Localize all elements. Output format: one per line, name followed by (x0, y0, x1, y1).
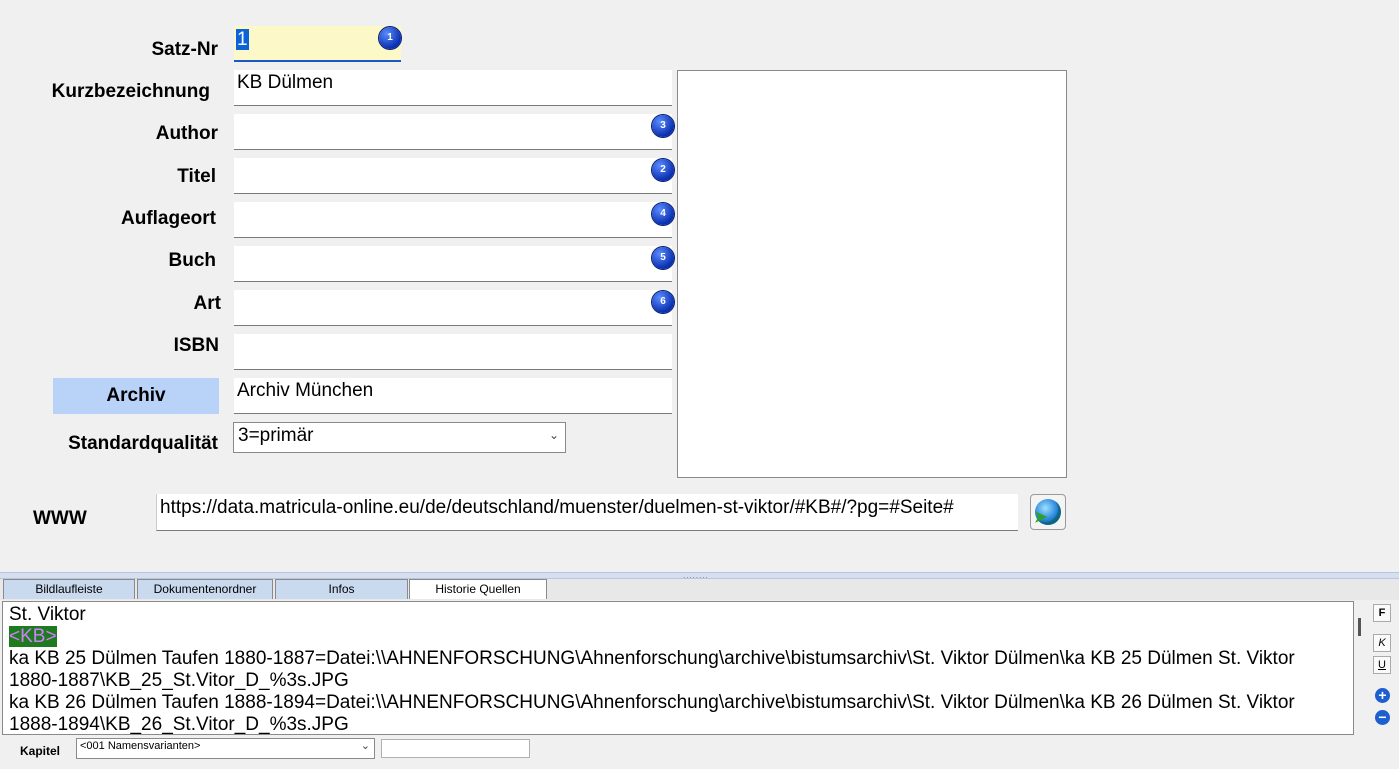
note-line: ka KB 25 Dülmen Taufen 1880-1887=Datei:\… (9, 648, 1295, 669)
note-line: 1880-1887\KB_25_St.Vitor_D_%3s.JPG (9, 670, 349, 691)
field-badge-2: 2 (652, 159, 674, 181)
label-auflageort: Auflageort (121, 208, 216, 229)
author-field[interactable] (234, 114, 672, 150)
zoom-out-icon[interactable]: − (1375, 710, 1390, 725)
tab-dokumentenordner[interactable]: Dokumentenordner (137, 579, 273, 599)
italic-button[interactable]: K (1373, 634, 1391, 652)
standardqualitaet-select[interactable]: 3=primär ⌄ (233, 422, 566, 453)
standardqualitaet-value: 3=primär (238, 425, 314, 446)
label-standardqualitaet: Standardqualität (68, 433, 218, 454)
tab-historie-quellen[interactable]: Historie Quellen (409, 579, 547, 599)
field-badge-1: 1 (379, 27, 401, 49)
kurzbezeichnung-field[interactable]: KB Dülmen (234, 70, 672, 106)
note-line: ka KB 26 Dülmen Taufen 1888-1894=Datei:\… (9, 692, 1295, 713)
zoom-in-icon[interactable]: + (1375, 688, 1390, 703)
titel-field[interactable] (234, 158, 672, 194)
archiv-field[interactable]: Archiv München (234, 378, 672, 414)
label-www: WWW (33, 508, 87, 529)
historie-quellen-text[interactable]: St. Viktor <KB> ka KB 25 Dülmen Taufen 1… (2, 601, 1354, 735)
www-field[interactable]: https://data.matricula-online.eu/de/deut… (156, 494, 1018, 531)
underline-button[interactable]: U (1373, 656, 1391, 674)
note-line: St. Viktor (9, 604, 86, 625)
kapitel-extra-field[interactable] (381, 739, 530, 758)
art-field[interactable] (234, 290, 672, 326)
kapitel-bar: Kapitel <001 Namensvarianten> ⌄ (0, 737, 1399, 769)
isbn-field[interactable] (234, 334, 672, 370)
tab-bildlaufleiste[interactable]: Bildlaufleiste (3, 579, 135, 599)
archiv-button[interactable]: Archiv (53, 378, 219, 414)
note-line: <KB> (9, 626, 1347, 648)
tab-infos[interactable]: Infos (275, 579, 408, 599)
field-badge-3: 3 (652, 115, 674, 137)
kb-tag: <KB> (9, 626, 57, 647)
label-kurzbezeichnung: Kurzbezeichnung (51, 81, 210, 102)
chevron-down-icon: ⌄ (360, 740, 370, 752)
field-badge-5: 5 (652, 247, 674, 269)
satz-nr-field[interactable]: 1 (234, 26, 401, 62)
label-satz-nr: Satz-Nr (151, 39, 218, 60)
label-isbn: ISBN (173, 335, 219, 356)
label-titel: Titel (177, 166, 216, 187)
auflageort-field[interactable] (234, 202, 672, 238)
kapitel-value: <001 Namensvarianten> (80, 740, 201, 752)
image-preview-panel (677, 70, 1067, 478)
field-badge-6: 6 (652, 291, 674, 313)
arrow-right-icon: ➤ (1034, 509, 1048, 526)
notes-scrollbar[interactable] (1358, 618, 1361, 636)
label-author: Author (155, 123, 218, 144)
bold-button[interactable]: F (1373, 604, 1391, 622)
kapitel-label: Kapitel (20, 744, 61, 758)
label-art: Art (193, 293, 221, 314)
open-web-button[interactable]: ➤ (1030, 494, 1066, 530)
buch-field[interactable] (234, 246, 672, 282)
note-line: 1888-1894\KB_26_St.Vitor_D_%3s.JPG (9, 714, 349, 735)
chevron-down-icon: ⌄ (548, 428, 559, 442)
tab-bar: Bildlaufleiste Dokumentenordner Infos Hi… (0, 578, 1399, 600)
kapitel-select[interactable]: <001 Namensvarianten> ⌄ (76, 738, 375, 759)
label-buch: Buch (168, 250, 217, 271)
field-badge-4: 4 (652, 203, 674, 225)
satz-nr-value: 1 (236, 29, 249, 50)
